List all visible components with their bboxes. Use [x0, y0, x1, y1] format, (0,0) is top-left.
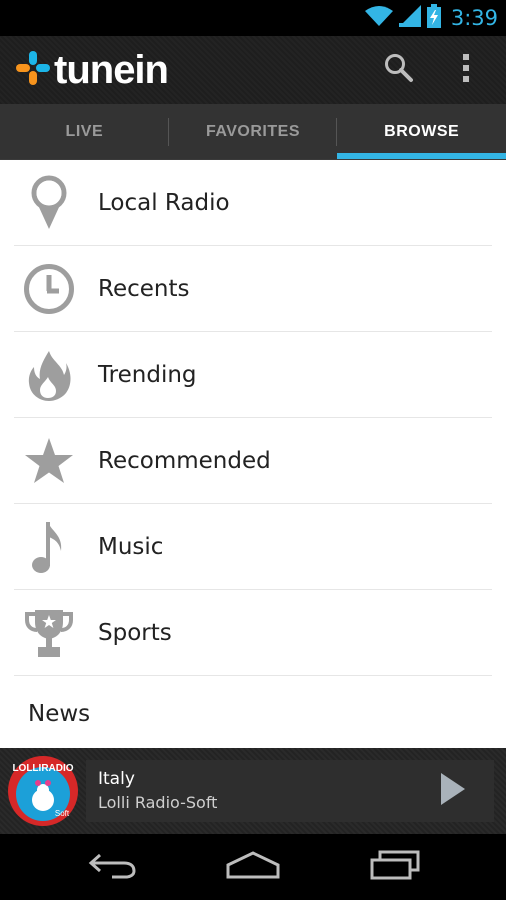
- list-item-label: Recommended: [98, 447, 271, 474]
- home-icon: [226, 851, 280, 883]
- status-icons: 3:39: [364, 0, 498, 36]
- list-item-label: Sports: [98, 619, 172, 646]
- browse-list: Local Radio Recents Trending Recommended: [0, 160, 506, 748]
- home-button[interactable]: [213, 844, 293, 890]
- overflow-menu-button[interactable]: [444, 48, 488, 92]
- list-item-trending[interactable]: Trending: [14, 332, 492, 418]
- flame-icon: [14, 340, 84, 410]
- star-icon: [14, 426, 84, 496]
- list-item-recommended[interactable]: Recommended: [14, 418, 492, 504]
- tunein-logo[interactable]: tunein: [16, 48, 169, 92]
- list-item-label: News: [28, 701, 91, 727]
- overflow-menu-icon: [461, 53, 471, 87]
- signal-icon: [398, 5, 421, 31]
- list-item-label: Music: [98, 533, 164, 560]
- location-pin-icon: [14, 168, 84, 238]
- tab-favorites[interactable]: FAVORITES: [169, 104, 338, 159]
- station-logo-text: LOLLIRADIO: [12, 763, 73, 774]
- wifi-icon: [364, 5, 393, 31]
- status-time: 3:39: [450, 6, 498, 30]
- list-item-music[interactable]: Music: [14, 504, 492, 590]
- back-icon: [88, 851, 136, 883]
- list-item-local-radio[interactable]: Local Radio: [14, 160, 492, 246]
- now-playing-station: Lolli Radio-Soft: [98, 793, 218, 812]
- list-item-sports[interactable]: Sports: [14, 590, 492, 676]
- back-button[interactable]: [72, 844, 152, 890]
- now-playing-title: Italy: [98, 769, 135, 789]
- station-logo: LOLLIRADIO Soft: [6, 754, 80, 828]
- recent-apps-button[interactable]: [355, 844, 435, 890]
- tab-bar: LIVE FAVORITES BROWSE: [0, 104, 506, 160]
- trophy-icon: [14, 598, 84, 668]
- status-bar: 3:39: [0, 0, 506, 36]
- search-button[interactable]: [377, 48, 421, 92]
- play-button[interactable]: [430, 768, 476, 814]
- recent-apps-icon: [370, 850, 420, 884]
- logo-text: tunein: [54, 48, 169, 92]
- tab-live[interactable]: LIVE: [0, 104, 169, 159]
- tab-browse[interactable]: BROWSE: [337, 104, 506, 159]
- list-item-news[interactable]: News: [14, 676, 492, 748]
- list-item-label: Trending: [98, 361, 197, 388]
- system-nav-bar: [0, 834, 506, 900]
- search-icon: [384, 53, 414, 87]
- list-item-label: Local Radio: [98, 189, 230, 216]
- list-item-recents[interactable]: Recents: [14, 246, 492, 332]
- now-playing-bar[interactable]: LOLLIRADIO Soft Italy Lolli Radio-Soft: [0, 748, 506, 834]
- action-bar: tunein: [0, 36, 506, 104]
- clock-icon: [14, 254, 84, 324]
- battery-charging-icon: [426, 4, 441, 32]
- list-item-label: Recents: [98, 275, 190, 302]
- station-logo-sub: Soft: [55, 809, 70, 818]
- tunein-plus-icon: [16, 51, 50, 89]
- play-icon: [440, 772, 466, 810]
- music-note-icon: [14, 512, 84, 582]
